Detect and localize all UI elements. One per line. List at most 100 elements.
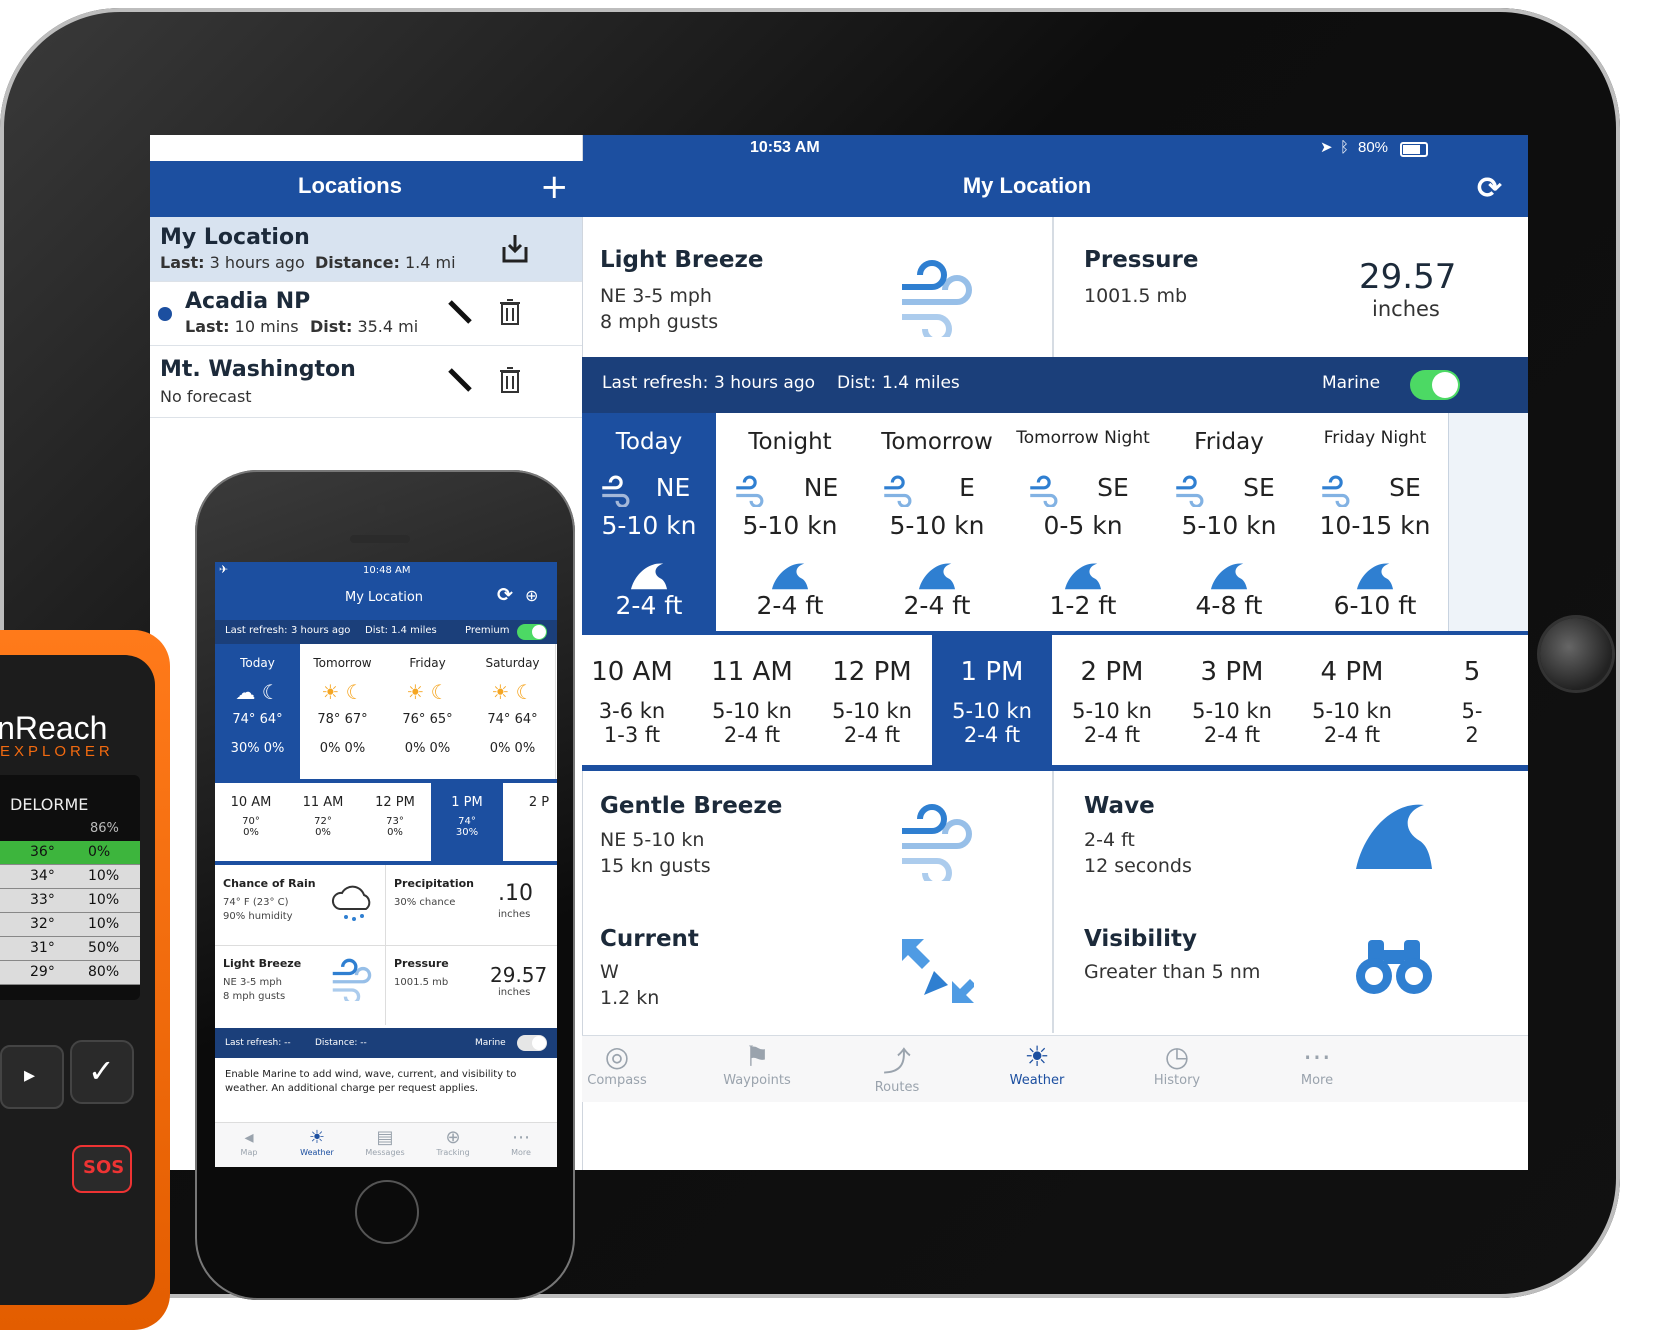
phone-day-column[interactable]: Today ☁ ☾ 74° 64° 30% 0% — [215, 644, 301, 779]
phone-day-column[interactable]: Friday ☀ ☾ 76° 65° 0% 0% — [385, 644, 471, 779]
wind-icon — [882, 475, 918, 511]
hour-column[interactable]: 5 5- 2 — [1412, 635, 1528, 765]
hourly-strip: 10 AM 3-6 kn 1-3 ft 11 AM 5-10 kn 2-4 ft 12 PM… — [582, 635, 1528, 771]
hour-wind: 5-10 kn — [1072, 699, 1152, 723]
hour-column[interactable]: 2 PM 5-10 kn 2-4 ft — [1052, 635, 1172, 765]
last-refresh-value: 3 hours ago — [291, 625, 351, 636]
last-refresh-value: 3 hours ago — [714, 373, 816, 393]
phone-tab-map[interactable]: ◂ Map — [215, 1127, 283, 1157]
hour-wind: 5- — [1461, 699, 1483, 723]
tracking-icon: ⊕ — [445, 1127, 461, 1148]
wind-direction: SE — [1243, 473, 1275, 502]
phone-hour-column[interactable]: 1 PM 74° 30% — [431, 783, 503, 861]
rain-l1: 74° F (23° C) — [223, 897, 289, 908]
edit-pencil-icon[interactable] — [445, 297, 475, 327]
tab-more[interactable]: ⋯ More — [1252, 1036, 1382, 1088]
phone-tab-tracking[interactable]: ⊕ Tracking — [419, 1127, 487, 1157]
sidebar-header: Locations + — [150, 161, 582, 217]
location-row-my-location[interactable]: My Location Last: 3 hours ago Distance: … — [150, 217, 582, 282]
phone-screen: ✈ 10:48 AM My Location ⟳ ⊕ Last refresh:… — [215, 562, 557, 1167]
wave-height: 4-8 ft — [1195, 591, 1263, 620]
day-column[interactable]: Friday Night SE 10-15 kn 6-10 ft — [1302, 413, 1449, 631]
day-column[interactable]: Today NE 5-10 kn 2-4 ft — [582, 413, 717, 631]
download-icon[interactable] — [500, 231, 530, 265]
tab-label: Routes — [874, 1080, 920, 1095]
hour-temp: 73° — [386, 816, 404, 827]
wind-line1: NE 3-5 mph — [600, 285, 712, 307]
refresh-icon[interactable]: ⟳ — [497, 584, 513, 606]
current-line2: 1.2 kn — [600, 987, 660, 1009]
breeze-title: Light Breeze — [223, 957, 302, 970]
phone-tab-weather[interactable]: ☀ Weather — [283, 1127, 351, 1157]
phone-hour-column[interactable]: 2 P — [503, 783, 557, 861]
wind-icon — [1320, 475, 1356, 511]
marine-toggle[interactable] — [1410, 370, 1460, 400]
history-icon: ◷ — [1164, 1040, 1190, 1073]
tab-history[interactable]: ◷ History — [1112, 1036, 1242, 1088]
weather-icon: ☀ — [308, 1127, 326, 1148]
trash-icon[interactable] — [495, 363, 525, 397]
wind-icon — [332, 958, 372, 1001]
hour-column[interactable]: 11 AM 5-10 kn 2-4 ft — [692, 635, 812, 765]
phone-tab-more[interactable]: ⋯ More — [487, 1127, 555, 1157]
pressure-card: Pressure 1001.5 mb 29.57 inches — [1054, 217, 1528, 357]
tab-routes[interactable]: ⤴ Routes — [832, 1036, 962, 1095]
phone-day-column[interactable]: Saturday ☀ ☾ 74° 64° 0% 0% — [470, 644, 556, 779]
phone-tab-messages[interactable]: ▤ Messages — [351, 1127, 419, 1157]
phone-tab-bar: ◂ Map ☀ Weather ▤ Messages ⊕ Tracking ⋯ More — [215, 1122, 557, 1167]
location-row-mt-washington[interactable]: Mt. Washington No forecast — [150, 345, 582, 418]
wave-height: 2-4 ft — [903, 591, 971, 620]
tab-waypoints[interactable]: ⚑ Waypoints — [692, 1036, 822, 1088]
day-column[interactable]: Friday SE 5-10 kn 4-8 ft — [1156, 413, 1303, 631]
hour-temp: 74° — [458, 816, 476, 827]
wind-speed: 5-10 kn — [1181, 511, 1277, 540]
tab-bar: ◎ Compass ⚑ Waypoints ⤴ Routes ☀ Weather ◷ Histor… — [582, 1035, 1528, 1102]
tab-weather[interactable]: ☀ Weather — [972, 1036, 1102, 1088]
edit-pencil-icon[interactable] — [445, 365, 475, 395]
sos-button[interactable]: SOS — [72, 1145, 132, 1193]
premium-toggle[interactable] — [517, 624, 547, 640]
refresh-icon[interactable]: ⟳ — [1477, 171, 1502, 206]
dist-value: 1.4 miles — [882, 373, 960, 393]
row-temp: 36° — [30, 844, 55, 860]
tablet-home-button[interactable] — [1540, 618, 1612, 690]
device-dpad[interactable]: ▸ — [0, 1045, 64, 1109]
add-location-button[interactable]: + — [540, 167, 569, 207]
phone-title: My Location — [345, 590, 424, 605]
phone-hour-column[interactable]: 11 AM 72° 0% — [287, 783, 359, 861]
wind-icon — [734, 475, 770, 511]
day-column[interactable]: Tomorrow Night SE 0-5 kn 1-2 ft — [1010, 413, 1157, 631]
day-name: Tomorrow — [881, 429, 993, 455]
day-column[interactable]: Tonight NE 5-10 kn 2-4 ft — [716, 413, 865, 631]
hour-wave: 2-4 ft — [1203, 723, 1261, 747]
premium-label: Premium — [465, 625, 510, 636]
wind-direction: NE — [803, 473, 839, 502]
phone-home-button[interactable] — [355, 1180, 419, 1244]
globe-icon[interactable]: ⊕ — [525, 586, 538, 605]
marine-toggle[interactable] — [517, 1035, 547, 1051]
phone-day-column[interactable]: Tomorrow ☀ ☾ 78° 67° 0% 0% — [300, 644, 386, 779]
device-check-button[interactable]: ✓ — [70, 1040, 134, 1104]
wind-icon — [902, 804, 972, 881]
hour-column[interactable]: 12 PM 5-10 kn 2-4 ft — [812, 635, 932, 765]
routes-icon: ⤴ — [882, 1045, 911, 1078]
phone-refresh-bar: Last refresh: 3 hours ago Dist: 1.4 mile… — [215, 620, 557, 644]
daily-strip: Today NE 5-10 kn 2-4 ft Tonight NE 5-10 kn 2-4 … — [582, 413, 1528, 637]
hour-column[interactable]: 4 PM 5-10 kn 2-4 ft — [1292, 635, 1412, 765]
hour-column[interactable]: 3 PM 5-10 kn 2-4 ft — [1172, 635, 1292, 765]
phone-time: 10:48 AM — [363, 565, 411, 576]
day-column[interactable]: Tomorrow E 5-10 kn 2-4 ft — [864, 413, 1011, 631]
wind-direction: E — [959, 473, 975, 502]
hour-time: 1 PM — [451, 795, 483, 810]
phone-hour-column[interactable]: 12 PM 73° 0% — [359, 783, 431, 861]
phone-hour-column[interactable]: 10 AM 70° 0% — [215, 783, 287, 861]
location-row-acadia[interactable]: Acadia NP Last: 10 mins Dist: 35.4 mi — [150, 281, 582, 346]
main-panel: My Location ⟳ Light Breeze NE 3-5 mph 8 … — [582, 135, 1528, 1170]
hour-column[interactable]: 1 PM 5-10 kn 2-4 ft — [932, 635, 1052, 765]
main-title: My Location — [962, 173, 1092, 198]
trash-icon[interactable] — [495, 295, 525, 329]
pressure-title: Pressure — [1084, 247, 1199, 273]
hour-column[interactable]: 10 AM 3-6 kn 1-3 ft — [582, 635, 692, 765]
wave-height: 6-10 ft — [1333, 591, 1417, 620]
day-name: Saturday — [485, 656, 540, 670]
